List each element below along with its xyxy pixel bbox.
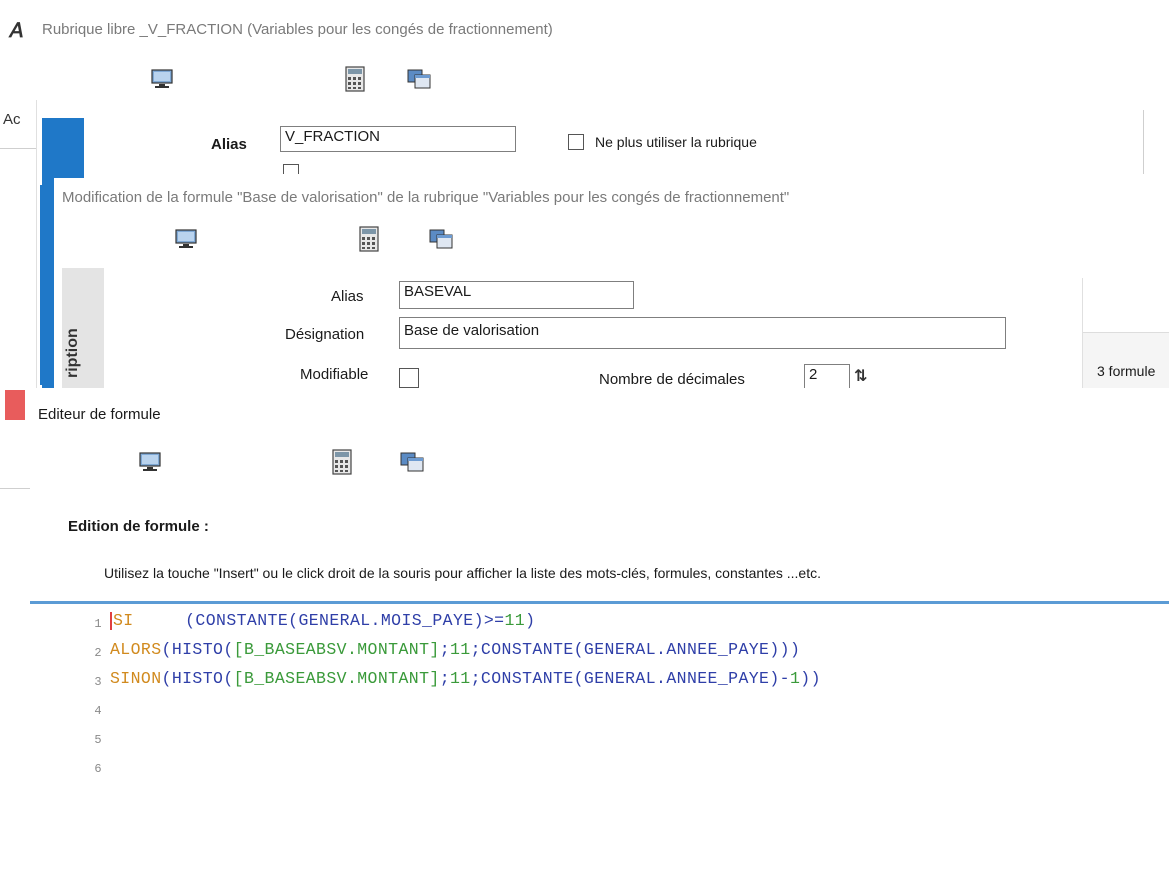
windows-icon[interactable] bbox=[407, 68, 431, 90]
monitor-icon[interactable] bbox=[138, 451, 162, 473]
monitor-icon[interactable] bbox=[150, 68, 174, 90]
code-token: [B_BASEABSV.MONTANT] bbox=[233, 669, 440, 688]
decimals-field[interactable]: 2 bbox=[804, 364, 850, 390]
code-token: 1 bbox=[789, 669, 801, 688]
line-number: 4 bbox=[94, 704, 102, 718]
section-accent-red bbox=[5, 390, 25, 420]
formula-list-header bbox=[1083, 278, 1169, 333]
section-title: Edition de formule : bbox=[68, 518, 209, 535]
side-tab-label[interactable]: Ac bbox=[3, 111, 21, 128]
code-token: ALORS bbox=[110, 640, 162, 659]
deprecated-checkbox[interactable] bbox=[568, 134, 584, 150]
code-token: ;CONSTANTE(GENERAL.ANNEE_PAYE)- bbox=[470, 669, 790, 688]
modifiable-label: Modifiable bbox=[300, 366, 369, 383]
line-number: 3 bbox=[94, 675, 102, 689]
code-token: ) bbox=[525, 611, 536, 630]
alias-field[interactable]: V_FRACTION bbox=[280, 126, 516, 152]
code-token: 11 bbox=[450, 669, 471, 688]
code-token: ;CONSTANTE(GENERAL.ANNEE_PAYE))) bbox=[470, 640, 801, 659]
calculator-icon[interactable] bbox=[359, 226, 379, 252]
monitor-icon[interactable] bbox=[174, 228, 198, 250]
description-tab-label: ription bbox=[64, 328, 81, 378]
code-token: ; bbox=[439, 640, 450, 659]
windows-icon[interactable] bbox=[400, 451, 424, 473]
code-token: SINON bbox=[110, 669, 162, 688]
code-token: 11 bbox=[504, 611, 526, 630]
code-token: (HISTO( bbox=[161, 669, 234, 688]
formula-list-panel: 3 formule bbox=[1082, 278, 1169, 398]
designation-field[interactable]: Base de valorisation bbox=[399, 317, 1006, 349]
text-cursor bbox=[110, 611, 112, 630]
modifiable-checkbox[interactable] bbox=[399, 368, 419, 388]
section-accent-bar bbox=[40, 185, 54, 385]
alias-label: Alias bbox=[211, 136, 247, 153]
decimals-stepper[interactable]: ⇅ bbox=[854, 366, 867, 386]
decimals-label: Nombre de décimales bbox=[599, 371, 745, 388]
code-text[interactable]: SI (CONSTANTE(GENERAL.MOIS_PAYE)>=11) bbox=[110, 611, 535, 630]
rubrique-window-title: Rubrique libre _V_FRACTION (Variables po… bbox=[42, 21, 553, 38]
divider bbox=[0, 148, 36, 149]
code-token: (CONSTANTE(GENERAL.MOIS_PAYE)>= bbox=[185, 611, 505, 630]
description-tab[interactable]: ription bbox=[62, 268, 104, 398]
code-text[interactable]: ALORS(HISTO([B_BASEABSV.MONTANT];11;CONS… bbox=[110, 640, 800, 659]
formula-count: 3 formule bbox=[1097, 363, 1156, 379]
code-token: 11 bbox=[450, 640, 471, 659]
divider bbox=[1143, 110, 1144, 174]
line-number: 6 bbox=[94, 762, 102, 776]
formula-code-editor[interactable]: 1 SI (CONSTANTE(GENERAL.MOIS_PAYE)>=11) 2 A… bbox=[30, 601, 1169, 877]
alias-label: Alias bbox=[331, 288, 364, 305]
deprecated-label: Ne plus utiliser la rubrique bbox=[595, 134, 757, 150]
formula-modification-title: Modification de la formule "Base de valo… bbox=[62, 189, 790, 206]
windows-icon[interactable] bbox=[429, 228, 453, 250]
code-token: [B_BASEABSV.MONTANT] bbox=[233, 640, 440, 659]
line-number: 1 bbox=[94, 617, 102, 631]
code-token: ; bbox=[439, 669, 450, 688]
formula-editor-title: Editeur de formule bbox=[38, 406, 161, 423]
code-token: )) bbox=[800, 669, 821, 688]
code-token: SI bbox=[113, 611, 134, 630]
designation-label: Désignation bbox=[285, 326, 365, 343]
partial-checkbox[interactable] bbox=[283, 164, 299, 174]
editor-hint: Utilisez la touche "Insert" ou le click … bbox=[104, 565, 821, 581]
code-text[interactable]: SINON(HISTO([B_BASEABSV.MONTANT];11;CONS… bbox=[110, 669, 821, 688]
calculator-icon[interactable] bbox=[345, 66, 365, 92]
formula-modification-window: Modification de la formule "Base de valo… bbox=[54, 178, 1169, 398]
line-number: 2 bbox=[94, 646, 102, 660]
formula-editor-window: Editeur de formule Edition de formule : … bbox=[30, 388, 1169, 877]
alias-field[interactable]: BASEVAL bbox=[399, 281, 634, 309]
app-icon: 𝘈 bbox=[10, 20, 24, 42]
code-token: (HISTO( bbox=[161, 640, 234, 659]
calculator-icon[interactable] bbox=[332, 449, 352, 475]
line-number: 5 bbox=[94, 733, 102, 747]
